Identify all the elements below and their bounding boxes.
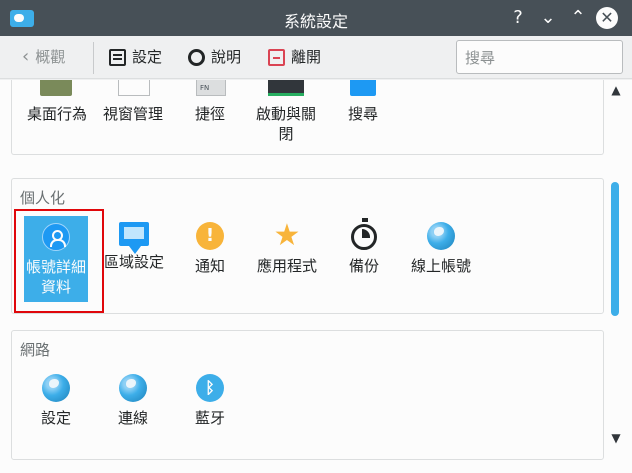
configure-icon bbox=[109, 48, 126, 66]
module-desktop-behavior[interactable]: 桌面行為 bbox=[20, 104, 94, 124]
module-notifications[interactable]: ! 通知 bbox=[173, 222, 247, 276]
module-label: 搜尋 bbox=[347, 105, 378, 123]
window-management-icon bbox=[118, 80, 150, 96]
module-label: 連線 bbox=[117, 409, 148, 427]
module-label: 視窗管理 bbox=[102, 105, 163, 123]
module-label: 通知 bbox=[194, 257, 225, 275]
module-label: 捷徑 bbox=[194, 105, 225, 123]
module-label: 藍牙 bbox=[194, 409, 225, 427]
scrollbar-thumb[interactable] bbox=[611, 182, 619, 316]
module-label: 桌面行為 bbox=[26, 105, 87, 123]
module-backup[interactable]: 備份 bbox=[327, 218, 401, 276]
configure-button[interactable]: 設定 bbox=[109, 46, 162, 68]
module-label: 區域設定 bbox=[103, 253, 164, 271]
startup-shutdown-icon bbox=[268, 80, 304, 96]
desktop-behavior-icon bbox=[40, 80, 72, 96]
module-shortcuts[interactable]: 捷徑 bbox=[173, 104, 247, 124]
globe-icon bbox=[119, 374, 147, 402]
globe-icon bbox=[42, 374, 70, 402]
help-menu-label: 說明 bbox=[211, 48, 242, 66]
section-title: 網路 bbox=[20, 341, 51, 359]
module-applications[interactable]: ★ 應用程式 bbox=[250, 218, 324, 276]
locale-chat-icon bbox=[119, 222, 149, 254]
star-icon: ★ bbox=[273, 218, 301, 253]
help-menu-button[interactable]: 說明 bbox=[188, 46, 241, 68]
toolbar-separator bbox=[93, 42, 94, 74]
module-label: 啟動與關閉 bbox=[255, 105, 316, 143]
backup-clock-icon bbox=[351, 218, 377, 250]
lifebuoy-icon bbox=[188, 48, 205, 66]
scroll-up-arrow-icon[interactable]: ▲ bbox=[610, 84, 622, 96]
title-bar: 系統設定 ? ⌄ ⌃ ✕ bbox=[0, 0, 632, 36]
module-label: 備份 bbox=[348, 257, 379, 275]
quit-icon bbox=[268, 48, 285, 66]
configure-label: 設定 bbox=[132, 48, 163, 66]
module-label: 應用程式 bbox=[256, 257, 317, 275]
chevron-left-icon: ‹ bbox=[22, 46, 30, 67]
module-bluetooth[interactable]: ᛒ 藍牙 bbox=[173, 374, 247, 428]
module-search[interactable]: 搜尋 bbox=[326, 104, 400, 124]
section-title: 個人化 bbox=[20, 189, 66, 207]
search-module-icon bbox=[350, 80, 376, 96]
bluetooth-icon: ᛒ bbox=[196, 374, 224, 402]
module-locale[interactable]: 區域設定 bbox=[97, 220, 171, 272]
module-window-management[interactable]: 視窗管理 bbox=[96, 104, 170, 124]
module-online-accounts[interactable]: 線上帳號 bbox=[404, 222, 478, 276]
modules-panel: FN 桌面行為 視窗管理 捷徑 啟動與關閉 搜尋 個人化 帳號詳細資料 區域設定… bbox=[0, 80, 632, 473]
notification-icon: ! bbox=[196, 222, 224, 250]
overview-back-button[interactable]: ‹ 概觀 bbox=[22, 46, 65, 68]
quit-label: 離開 bbox=[291, 48, 322, 66]
search-input[interactable]: 搜尋 bbox=[456, 40, 623, 74]
vertical-scrollbar[interactable]: ▲ ▼ bbox=[610, 80, 622, 473]
module-label: 設定 bbox=[40, 409, 71, 427]
minimize-button[interactable]: ⌄ bbox=[536, 6, 560, 30]
module-startup-shutdown[interactable]: 啟動與關閉 bbox=[249, 104, 323, 144]
shortcuts-icon: FN bbox=[196, 80, 226, 96]
module-network-settings[interactable]: 設定 bbox=[19, 374, 93, 428]
module-connections[interactable]: 連線 bbox=[96, 374, 170, 428]
maximize-button[interactable]: ⌃ bbox=[566, 6, 590, 30]
close-button[interactable]: ✕ bbox=[596, 7, 618, 29]
help-button[interactable]: ? bbox=[506, 6, 530, 30]
scroll-down-arrow-icon[interactable]: ▼ bbox=[610, 432, 622, 444]
module-label: 線上帳號 bbox=[410, 257, 471, 275]
annotation-highlight-box bbox=[14, 209, 104, 313]
quit-button[interactable]: 離開 bbox=[268, 46, 321, 68]
overview-label: 概觀 bbox=[35, 48, 66, 66]
globe-icon bbox=[427, 222, 455, 250]
